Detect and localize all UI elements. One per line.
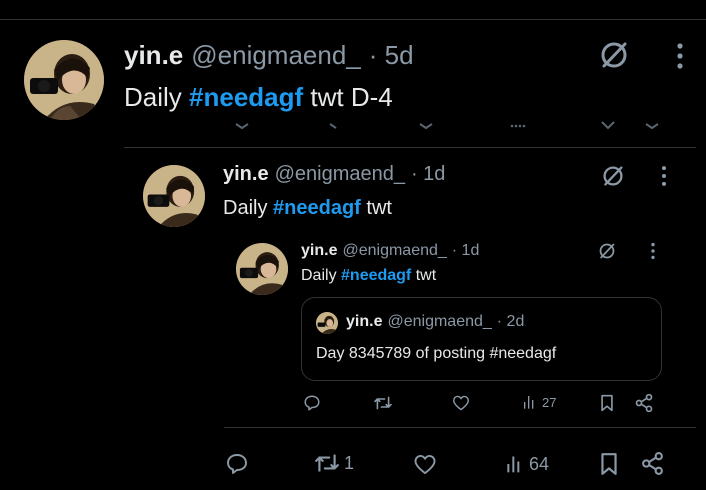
text-prefix: Daily xyxy=(124,82,190,112)
like-icon[interactable] xyxy=(413,454,437,475)
grok-icon[interactable] xyxy=(597,241,617,261)
views-count[interactable]: 64 xyxy=(505,453,549,475)
share-icon[interactable] xyxy=(634,393,654,413)
hashtag-link[interactable]: #needagf xyxy=(273,197,361,219)
post-time: · 2d xyxy=(496,313,525,330)
post-time[interactable]: · 1d xyxy=(411,163,445,186)
avatar[interactable] xyxy=(24,40,104,120)
avatar-photo xyxy=(24,40,104,120)
quote-divider xyxy=(224,427,696,428)
author-handle[interactable]: @enigmaend_ xyxy=(275,163,405,186)
hashtag-link[interactable]: #needagf xyxy=(189,82,303,112)
post-time[interactable]: · 1d xyxy=(452,242,480,260)
bookmark-icon[interactable] xyxy=(600,394,614,412)
quote-header: yin.e @enigmaend_ · 1d xyxy=(223,163,445,186)
quote-header: yin.e @enigmaend_ · 1d xyxy=(301,242,479,260)
clipped-action-row xyxy=(230,118,690,134)
repost-icon xyxy=(315,454,339,472)
views-icon xyxy=(507,456,520,473)
reply-icon[interactable] xyxy=(303,394,321,412)
avatar-photo xyxy=(143,165,205,227)
views-count[interactable]: 27 xyxy=(522,394,556,410)
bookmark-icon[interactable] xyxy=(600,452,618,476)
more-icon[interactable] xyxy=(649,242,657,260)
views-icon xyxy=(524,396,534,409)
hashtag-link[interactable]: #needagf xyxy=(341,267,411,284)
avatar xyxy=(316,312,338,334)
author-name[interactable]: yin.e xyxy=(124,40,183,71)
post-time[interactable]: · 5d xyxy=(369,40,414,71)
text-prefix: Daily xyxy=(223,197,274,219)
author-handle[interactable]: @enigmaend_ xyxy=(342,242,446,260)
text-suffix: twt D-4 xyxy=(303,82,393,112)
post-header: yin.e @enigmaend_ · 5d xyxy=(124,40,414,74)
more-icon[interactable] xyxy=(659,165,669,187)
views-value: 27 xyxy=(542,394,557,410)
repost-icon[interactable] xyxy=(373,395,393,411)
views-value: 64 xyxy=(529,453,550,474)
repost-value: 1 xyxy=(344,452,355,473)
grok-icon[interactable] xyxy=(597,38,631,72)
more-icon[interactable] xyxy=(674,42,686,70)
grok-icon[interactable] xyxy=(600,163,626,189)
quote-header: yin.e @enigmaend_ · 2d xyxy=(346,313,524,331)
avatar-photo xyxy=(316,312,338,334)
share-icon[interactable] xyxy=(640,451,665,476)
repost-count[interactable]: 1 xyxy=(314,452,354,474)
author-handle[interactable]: @enigmaend_ xyxy=(191,40,361,71)
text-suffix: twt xyxy=(360,197,392,219)
author-name[interactable]: yin.e xyxy=(223,163,269,186)
top-divider xyxy=(0,19,706,20)
author-handle: @enigmaend_ xyxy=(387,313,492,330)
text-prefix: Daily xyxy=(301,267,342,284)
avatar[interactable] xyxy=(236,243,288,295)
quote-text: Daily #needagf twt xyxy=(301,267,436,285)
author-name[interactable]: yin.e xyxy=(301,242,337,260)
post-text: Daily #needagf twt D-4 xyxy=(124,82,393,113)
quote-text: Day 8345789 of posting #needagf xyxy=(316,345,557,362)
quote-text: Daily #needagf twt xyxy=(223,197,392,220)
author-name: yin.e xyxy=(346,313,383,330)
avatar[interactable] xyxy=(143,165,205,227)
quote-divider xyxy=(124,147,696,148)
like-icon[interactable] xyxy=(452,395,470,411)
reply-icon[interactable] xyxy=(225,452,249,476)
avatar-photo xyxy=(236,243,288,295)
text-suffix: twt xyxy=(411,267,437,284)
quoted-post-card[interactable]: yin.e @enigmaend_ · 2d Day 8345789 of po… xyxy=(301,297,662,381)
